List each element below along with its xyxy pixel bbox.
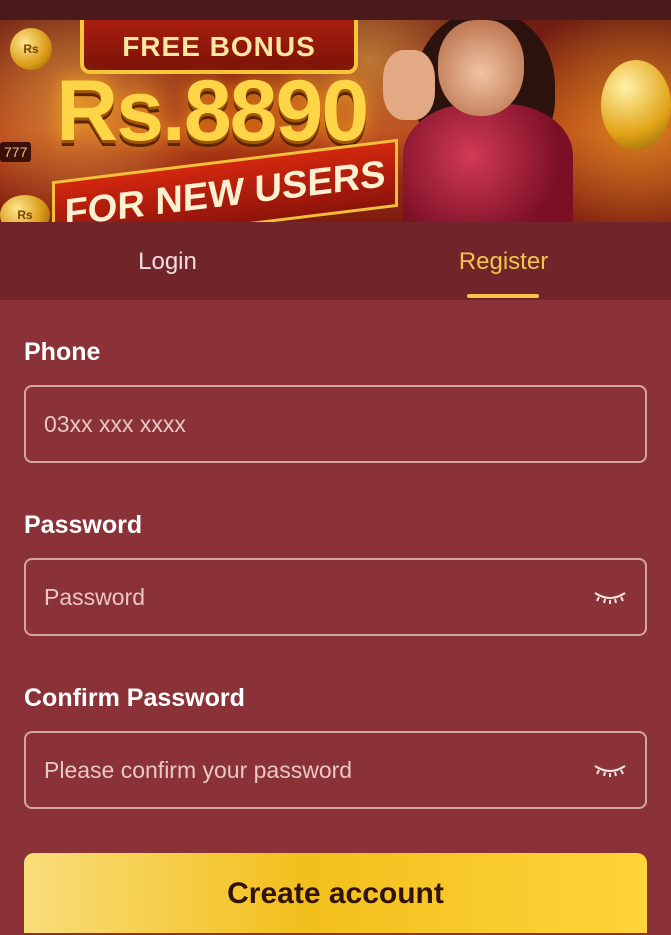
auth-tabs: Login Register: [0, 222, 671, 300]
gold-balloon-decoration: [601, 60, 671, 150]
confirm-password-label: Confirm Password: [24, 684, 245, 712]
phone-label: Phone: [24, 338, 101, 366]
register-form: Phone 03xx xxx xxxx Password Password Co…: [0, 300, 671, 809]
coin-icon: Rs: [10, 28, 52, 70]
promo-model-image: [383, 20, 583, 222]
confirm-password-placeholder: Please confirm your password: [44, 756, 353, 783]
slot-reel-label: 777: [0, 142, 32, 162]
create-account-button[interactable]: Create account: [24, 853, 647, 933]
tab-login[interactable]: Login: [0, 222, 335, 300]
password-input[interactable]: Password: [24, 558, 647, 636]
eye-closed-icon[interactable]: [593, 762, 627, 778]
phone-input[interactable]: 03xx xxx xxxx: [24, 385, 647, 463]
confirm-password-input[interactable]: Please confirm your password: [24, 731, 647, 809]
coin-icon: Rs: [0, 195, 50, 222]
promo-banner[interactable]: Rs Rs 777 FREE BONUS Rs.8890 FOR NEW USE…: [0, 20, 671, 222]
eye-closed-icon[interactable]: [593, 589, 627, 605]
phone-placeholder: 03xx xxx xxxx: [44, 410, 186, 437]
password-placeholder: Password: [44, 583, 145, 610]
password-label: Password: [24, 511, 143, 539]
tab-register[interactable]: Register: [336, 222, 671, 300]
bonus-amount: Rs.8890: [56, 63, 369, 159]
top-bar: [0, 0, 671, 20]
active-tab-indicator: [467, 294, 539, 298]
